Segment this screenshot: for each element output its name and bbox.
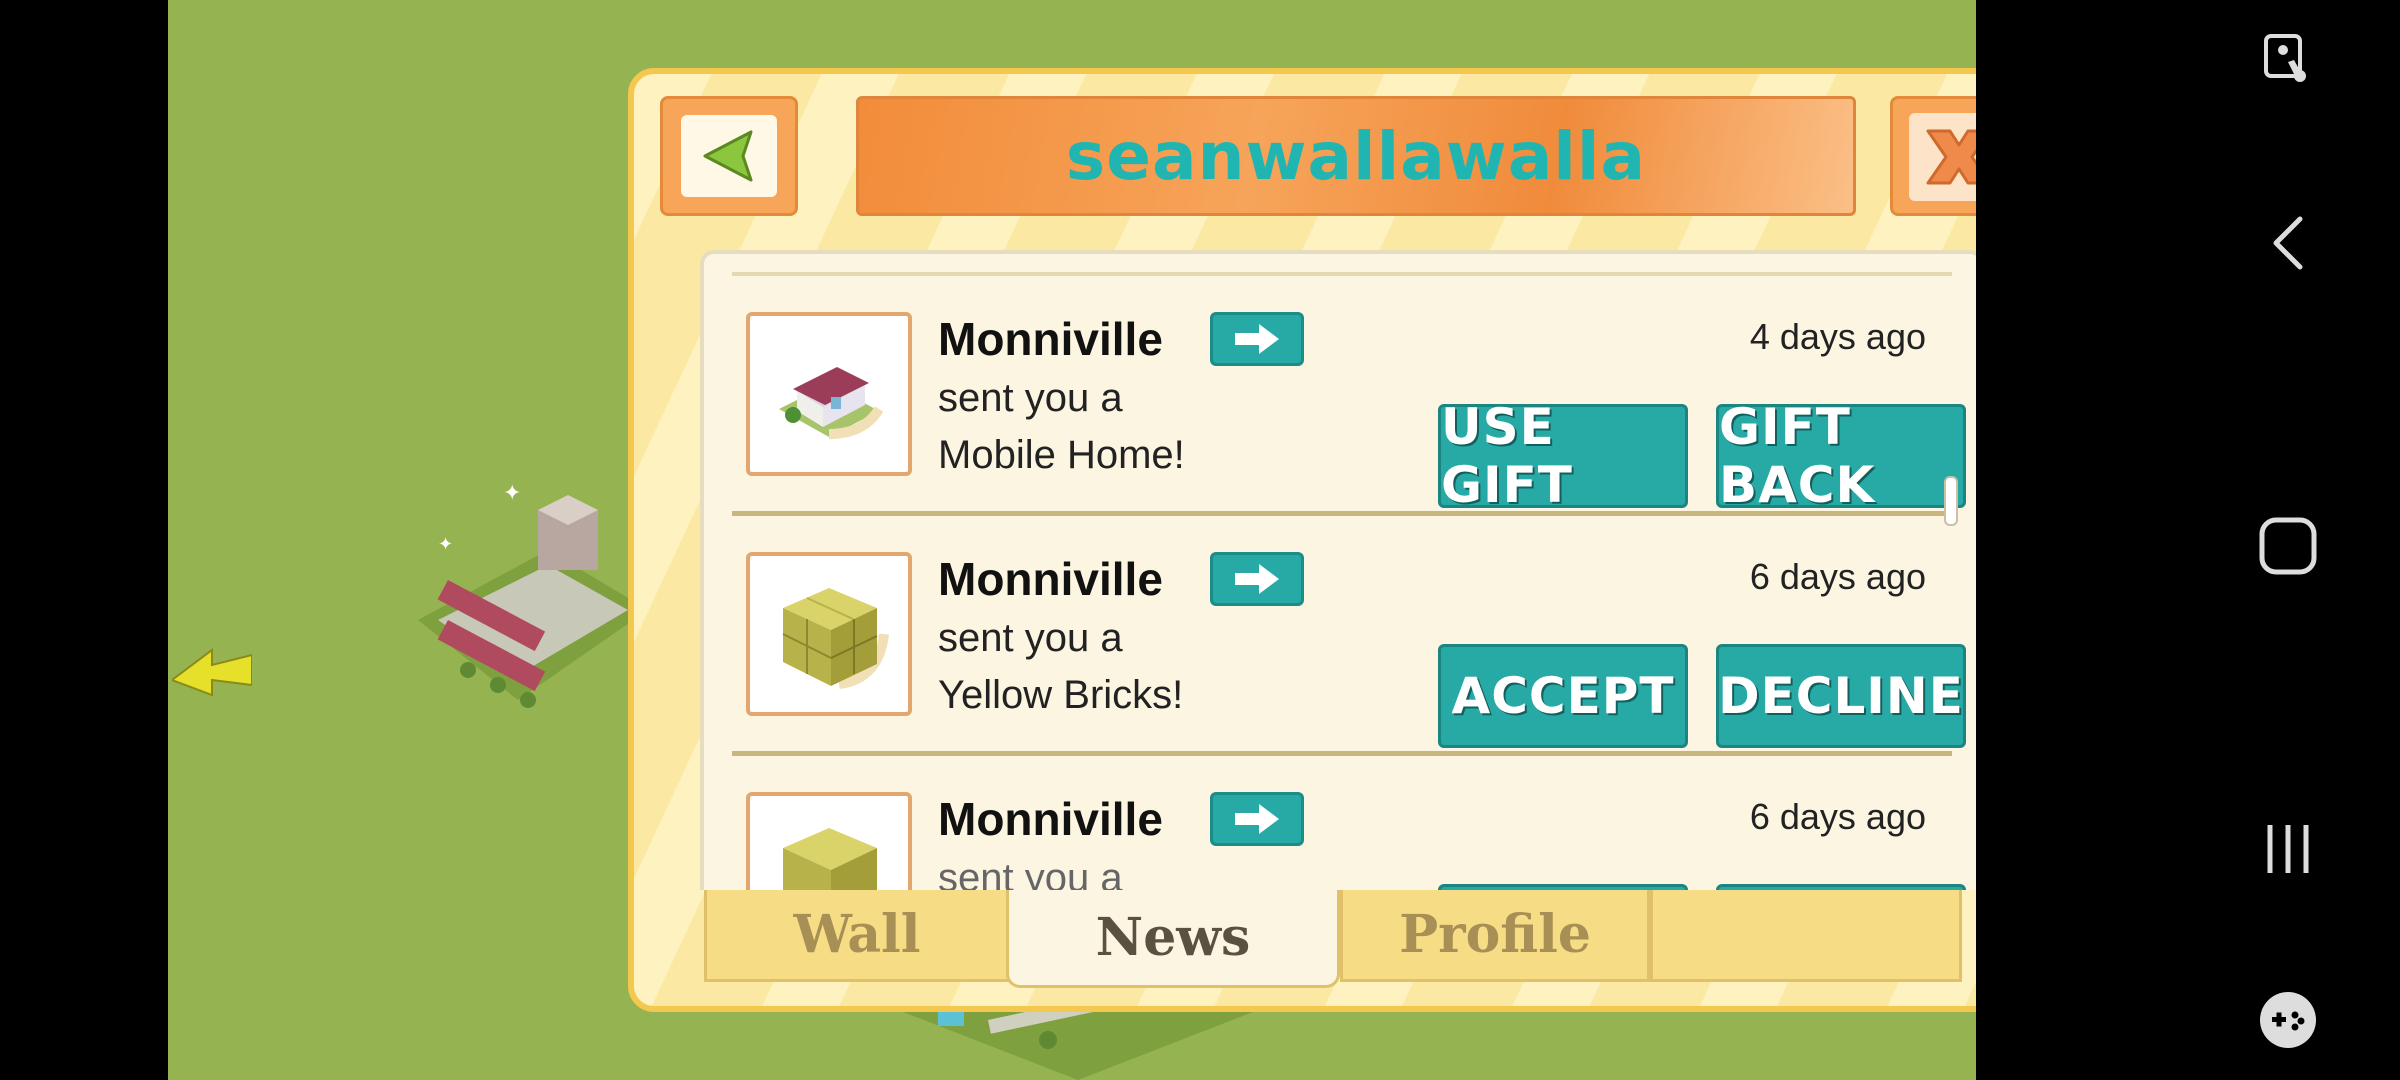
timestamp: 6 days ago <box>1749 556 1926 597</box>
back-button[interactable] <box>660 96 798 216</box>
game-icon[interactable] <box>2176 960 2400 1080</box>
ground-tile <box>898 1000 1258 1080</box>
home-icon[interactable] <box>2176 486 2400 606</box>
timestamp: 4 days ago <box>1749 316 1926 357</box>
x-icon <box>1926 129 1976 185</box>
mobile-home-icon <box>746 312 912 476</box>
news-message-item: Mobile Home! <box>938 433 1185 477</box>
svg-text:✦: ✦ <box>438 534 453 554</box>
news-list[interactable]: Monniville sent you a Mobile Home! 4 day… <box>700 250 1976 890</box>
news-item: Monniville sent you a Yellow Bricks! 6 d… <box>732 516 1966 756</box>
news-message-line: sent you a <box>938 376 1123 420</box>
news-message-line: sent you a <box>938 616 1123 660</box>
system-navigation-bar <box>2176 0 2400 1080</box>
gift-back-button[interactable]: GIFT BACK <box>1716 398 1966 514</box>
tab-empty <box>1650 890 1962 982</box>
tab-news[interactable]: News <box>1006 890 1340 988</box>
use-gift-button[interactable]: USE GIFT <box>1438 398 1688 514</box>
tab-wall[interactable]: Wall <box>704 890 1010 982</box>
recents-icon[interactable] <box>2176 789 2400 909</box>
tab-bar: Wall News Profile <box>700 890 1976 990</box>
city-buildings: ✦✦ <box>418 480 648 708</box>
game-viewport[interactable]: ✦ ✦ seanwallawalla Monniville sent you a… <box>168 0 1976 1080</box>
dialog-title-bar: seanwallawalla <box>856 96 1856 216</box>
yellow-bricks-icon <box>746 552 912 716</box>
svg-text:✦: ✦ <box>503 480 521 505</box>
visit-button[interactable] <box>1210 312 1304 366</box>
close-button[interactable] <box>1890 96 1976 216</box>
friend-dialog: seanwallawalla Monniville sent you a Mob… <box>628 68 1976 1012</box>
tab-profile[interactable]: Profile <box>1340 890 1650 982</box>
scrollbar-thumb[interactable] <box>1944 476 1958 526</box>
sender-name: Monniville <box>938 793 1163 845</box>
news-item: Monniville sent you a 6 days ago <box>732 756 1966 890</box>
sender-name: Monniville <box>938 313 1163 365</box>
news-item: Monniville sent you a Mobile Home! 4 day… <box>732 276 1966 516</box>
news-message-item: Yellow Bricks! <box>938 673 1184 717</box>
news-message-line: sent you a <box>938 856 1123 890</box>
visit-button[interactable] <box>1210 792 1304 846</box>
arrow-right-icon <box>1235 324 1279 354</box>
arrow-right-icon <box>1235 804 1279 834</box>
triangle-left-icon <box>703 130 753 182</box>
sender-name: Monniville <box>938 553 1163 605</box>
yellow-bricks-icon <box>746 792 912 890</box>
news-message: sent you a Mobile Home! <box>938 370 1185 484</box>
accept-button[interactable]: ACCEPT <box>1438 644 1688 748</box>
timestamp: 6 days ago <box>1749 796 1926 837</box>
arrow-right-icon <box>1235 564 1279 594</box>
news-message: sent you a <box>938 850 1123 890</box>
expand-left-arrow-icon[interactable] <box>172 640 252 700</box>
decline-button[interactable]: DECLINE <box>1716 644 1966 748</box>
news-message: sent you a Yellow Bricks! <box>938 610 1183 724</box>
visit-button[interactable] <box>1210 552 1304 606</box>
accessibility-icon[interactable] <box>2176 0 2400 120</box>
back-icon[interactable] <box>2176 183 2400 303</box>
dialog-title: seanwallawalla <box>1065 117 1647 195</box>
